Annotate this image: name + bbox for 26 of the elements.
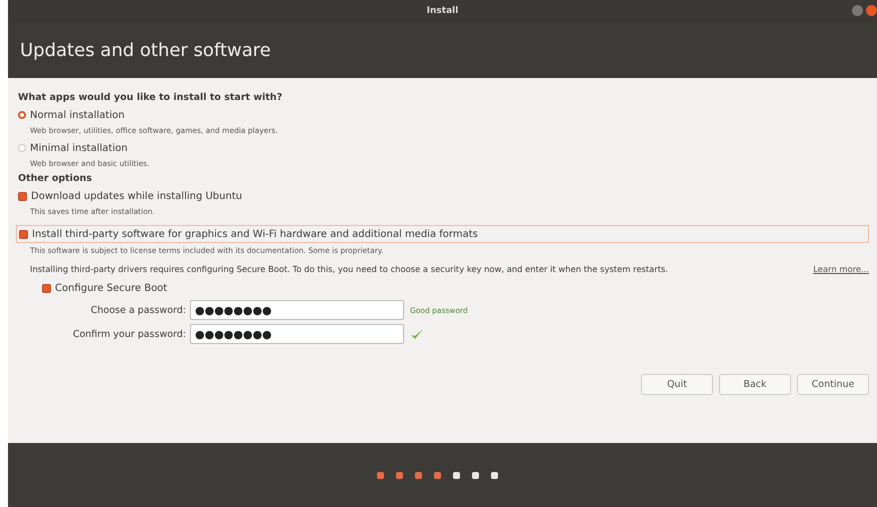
- checkbox[interactable]: [42, 284, 51, 292]
- secure-boot-note: Installing third-party drivers requires configuring Secure Boot. To do this, you need to choose a security key now, and enter it when the system restarts.: [30, 264, 668, 274]
- radio-button[interactable]: [18, 144, 26, 152]
- section-heading: Other options: [18, 173, 93, 184]
- learn-more-link[interactable]: Learn more...: [813, 264, 869, 274]
- window-title: Install: [426, 6, 458, 16]
- checkbox-label[interactable]: Download updates while installing Ubuntu: [31, 190, 242, 202]
- password-field[interactable]: ●●●●●●●●: [190, 300, 404, 320]
- field-label: Confirm your password:: [72, 328, 186, 340]
- dialog-button[interactable]: Continue: [797, 374, 869, 395]
- password-field[interactable]: ●●●●●●●●: [190, 324, 404, 344]
- dialog-button[interactable]: Back: [719, 374, 791, 395]
- close-button[interactable]: [866, 5, 877, 16]
- checkbox-label[interactable]: Configure Secure Boot: [55, 282, 168, 294]
- radio-button[interactable]: [18, 111, 26, 119]
- page-title: Updates and other software: [20, 40, 271, 60]
- minimize-button[interactable]: [852, 5, 863, 16]
- checkbox-label[interactable]: Install third-party software for graphics and Wi-Fi hardware and additional media formats: [32, 228, 478, 240]
- checkbox[interactable]: [18, 192, 27, 200]
- option-label[interactable]: Minimal installation: [30, 142, 128, 154]
- field-label: Choose a password:: [90, 304, 186, 316]
- option-label[interactable]: Normal installation: [30, 110, 125, 120]
- dialog-button[interactable]: Quit: [641, 374, 713, 395]
- checkbox[interactable]: [19, 230, 28, 238]
- section-heading: What apps would you like to install to start with?: [18, 92, 284, 103]
- focused-option[interactable]: Install third-party software for graphics and Wi-Fi hardware and additional media formats: [16, 225, 869, 243]
